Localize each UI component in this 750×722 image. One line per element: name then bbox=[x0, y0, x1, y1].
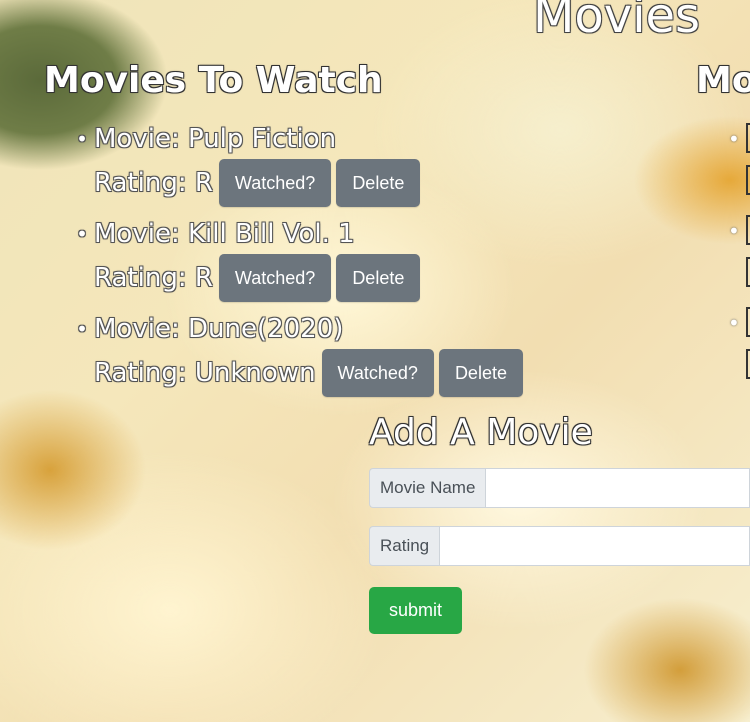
movie-actions-row: Rating: Unknown Watched? Delete bbox=[94, 349, 523, 397]
movies-to-watch-list: • Movie: Pulp Fiction Rating: R Watched?… bbox=[70, 119, 523, 404]
movie-actions-row: Rating: R Watched? Delete bbox=[94, 254, 523, 302]
rating-input[interactable] bbox=[439, 526, 750, 566]
movie-title: Movie: Kill Bill Vol. 1 bbox=[94, 219, 355, 249]
cropped-control bbox=[746, 123, 750, 153]
movie-actions-row: Rating: R Watched? Delete bbox=[94, 159, 523, 207]
submit-button[interactable]: submit bbox=[369, 587, 462, 634]
cropped-control bbox=[746, 307, 750, 337]
movie-list-item: • Movie: Dune(2020) Rating: Unknown Watc… bbox=[70, 309, 523, 397]
cropped-control bbox=[746, 165, 750, 195]
cropped-control bbox=[746, 257, 750, 287]
page-title: Movies bbox=[533, 0, 701, 44]
movie-title: Movie: Dune(2020) bbox=[94, 314, 344, 344]
movie-rating: Rating: R bbox=[94, 262, 213, 293]
movie-title: Movie: Pulp Fiction bbox=[94, 124, 337, 154]
rating-group: Rating bbox=[369, 526, 750, 566]
add-movie-form: Movie Name Rating submit bbox=[369, 468, 750, 634]
cropped-control bbox=[746, 349, 750, 379]
delete-button[interactable]: Delete bbox=[336, 254, 421, 302]
bullet-icon: • bbox=[728, 311, 740, 335]
movie-list-item: • Movie: Kill Bill Vol. 1 Rating: R Watc… bbox=[70, 214, 523, 302]
watched-button[interactable]: Watched? bbox=[218, 254, 332, 302]
bullet-icon: • bbox=[76, 222, 88, 246]
movie-name-group: Movie Name bbox=[369, 468, 750, 508]
watched-movies-heading: Mo bbox=[696, 60, 750, 101]
bullet-icon: • bbox=[728, 127, 740, 151]
add-movie-heading: Add A Movie bbox=[369, 412, 593, 453]
delete-button[interactable]: Delete bbox=[438, 349, 523, 397]
bullet-icon: • bbox=[76, 127, 88, 151]
bullet-icon: • bbox=[76, 317, 88, 341]
movie-list-item: • Movie: Pulp Fiction Rating: R Watched?… bbox=[70, 119, 523, 207]
bullet-icon: • bbox=[728, 219, 740, 243]
rating-label: Rating bbox=[369, 526, 440, 566]
cropped-control bbox=[746, 215, 750, 245]
watched-list-item: • bbox=[728, 119, 750, 210]
watched-list-item: • bbox=[728, 211, 750, 302]
watched-movies-list: • • • bbox=[728, 119, 750, 395]
watched-list-item: • bbox=[728, 303, 750, 394]
movie-name-label: Movie Name bbox=[369, 468, 486, 508]
movies-to-watch-heading: Movies To Watch bbox=[44, 60, 383, 101]
movie-name-input[interactable] bbox=[485, 468, 750, 508]
watched-button[interactable]: Watched? bbox=[321, 349, 434, 397]
watched-button[interactable]: Watched? bbox=[218, 159, 332, 207]
movie-rating: Rating: Unknown bbox=[94, 357, 316, 388]
movie-rating: Rating: R bbox=[94, 167, 213, 198]
delete-button[interactable]: Delete bbox=[336, 159, 421, 207]
